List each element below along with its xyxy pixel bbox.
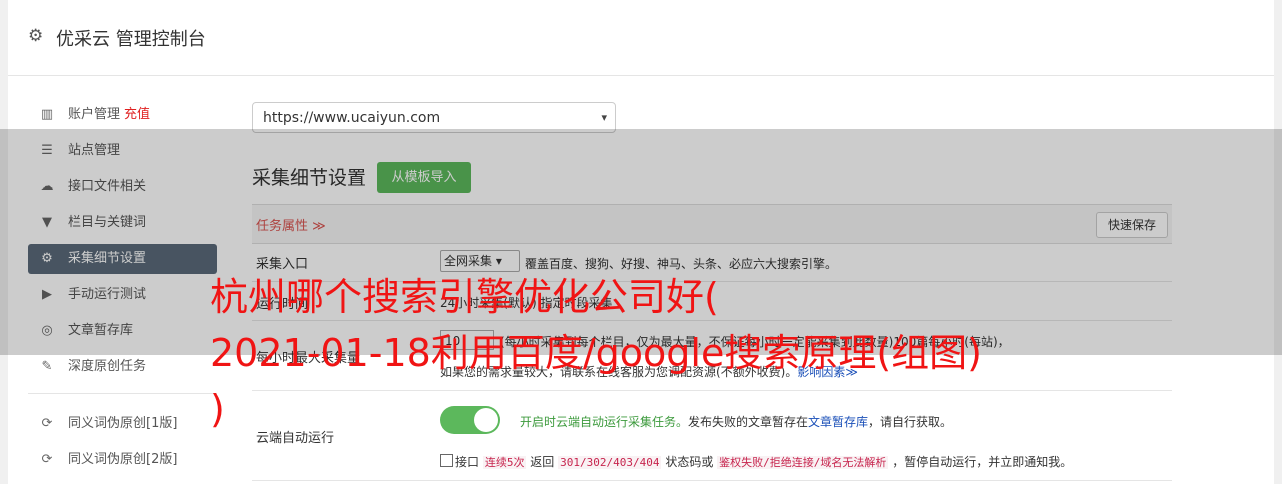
article-store-link[interactable]: 文章暂存库 [808,415,868,429]
cloud-run-note2: ，请自行获取。 [868,415,953,429]
recharge-link[interactable]: 充值 [124,107,150,122]
watermark-line-1: 杭州哪个搜索引擎优化公司好( [210,275,719,319]
sidebar-item-synonym-v2[interactable]: ⟳ 同义词伪原创[2版] [28,445,217,475]
toggle-knob [474,408,498,432]
cloud-run-label: 云端自动运行 [256,431,335,446]
notify-text-b: 返回 [530,455,555,469]
site-select-value: https://www.ucaiyun.com [263,110,441,126]
edit-icon: ✎ [41,359,53,374]
chevron-down-icon: ▾ [601,111,607,124]
sidebar-item-synonym-v1[interactable]: ⟳ 同义词伪原创[1版] [28,409,217,439]
top-header: ⚙ 优采云 管理控制台 [8,0,1274,76]
notify-checkbox[interactable] [440,454,453,467]
row-divider [252,480,1172,481]
refresh-icon: ⟳ [41,452,53,467]
notify-text-d: ，暂停自动运行，并立即通知我。 [892,455,1073,469]
sidebar-item-label: 深度原创任务 [68,359,147,374]
bar-chart-icon: ▥ [40,107,54,122]
sidebar-item-label: 同义词伪原创[1版] [68,416,178,431]
gear-icon: ⚙ [28,26,44,46]
sidebar-item-account[interactable]: ▥ 账户管理 充值 [28,100,217,130]
notify-text-c: 状态码或 [665,455,714,469]
page-title: 优采云 管理控制台 [56,29,206,50]
watermark-line-3: ) [210,387,225,431]
row-divider [252,390,1172,391]
dim-overlay [0,129,1282,355]
cloud-run-status: 开启时云端自动运行采集任务。 [520,415,689,429]
code-consecutive: 连续5次 [482,456,527,469]
sidebar-item-label: 同义词伪原创[2版] [68,452,178,467]
sidebar-item-label: 账户管理 [68,107,121,122]
code-errors: 鉴权失败/拒绝连接/域名无法解析 [717,456,889,469]
sidebar-item-deep-original[interactable]: ✎ 深度原创任务 [28,352,217,382]
refresh-icon: ⟳ [41,416,53,431]
sidebar-divider [28,393,217,394]
code-status: 301/302/403/404 [558,456,662,469]
cloud-run-toggle[interactable] [440,406,500,434]
watermark-line-2: 2021-01-18利用百度/google搜索原理(组图) [210,331,982,375]
cloud-run-note1: 发布失败的文章暂存在 [688,415,809,429]
notify-text-a: 接口 [455,455,480,469]
